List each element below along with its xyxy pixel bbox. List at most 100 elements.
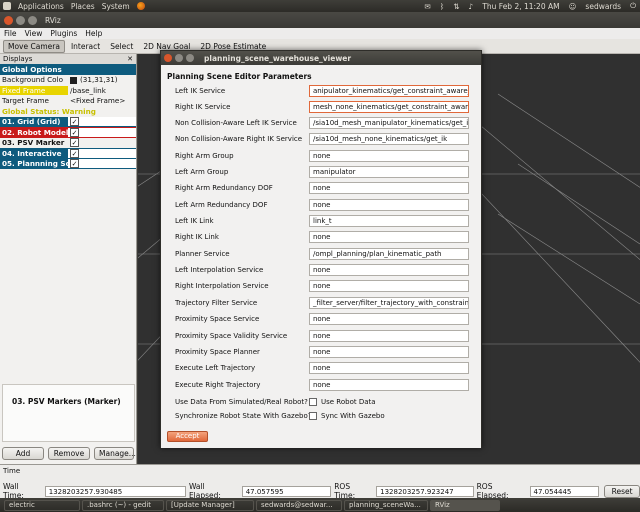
maximize-icon[interactable] (28, 15, 37, 25)
param-field[interactable]: _filter_server/filter_trajectory_with_co… (309, 296, 469, 309)
menu-applications[interactable]: Applications (18, 2, 64, 11)
tree-row-global-options[interactable]: Global Options (0, 64, 136, 75)
param-label: Left Arm Group (175, 167, 229, 176)
close-icon[interactable]: ✕ (127, 55, 133, 63)
remove-button[interactable]: Remove (48, 447, 90, 460)
tree-row-planning-scene[interactable]: 05. Plannning Sc ✓ (0, 158, 136, 169)
sync-gazebo-checkbox[interactable] (309, 412, 317, 420)
param-label: Proximity Space Validity Service (175, 331, 288, 340)
task-terminal[interactable]: sedwards@sedwar... (256, 499, 342, 511)
param-field[interactable]: anipulator_kinematics/get_constraint_awa… (309, 84, 469, 97)
param-field[interactable]: /sia10d_mesh_none_kinematics/get_ik (309, 132, 469, 145)
param-label: Non Collision-Aware Right IK Service (175, 134, 303, 143)
param-field[interactable]: none (309, 312, 469, 325)
ros-elapsed-field[interactable]: 47.054445 (529, 485, 600, 497)
volume-icon[interactable]: ♪ (469, 2, 474, 11)
selected-display-info: 03. PSV Markers (Marker) (2, 384, 135, 442)
menu-system[interactable]: System (102, 2, 130, 11)
tree-row-global-status[interactable]: Global Status: Warning (0, 106, 136, 117)
tree-row-interactive[interactable]: 04. Interactive ✓ (0, 148, 136, 159)
task-rviz[interactable]: RViz (430, 499, 500, 511)
task-update-manager[interactable]: [Update Manager] (166, 499, 254, 511)
param-label: Left Interpolation Service (175, 265, 264, 274)
param-row: Proximity Space Planner none (175, 345, 469, 358)
tree-row-grid[interactable]: 01. Grid (Grid) ✓ (0, 116, 136, 127)
taskbar: electric .bashrc (~) - gedit [Update Man… (0, 498, 640, 512)
task-electric[interactable]: electric (4, 499, 80, 511)
power-icon[interactable]: ⏻ (630, 1, 636, 11)
tool-interact[interactable]: Interact (67, 41, 104, 52)
task-gedit[interactable]: .bashrc (~) - gedit (82, 499, 164, 511)
time-panel: Time Wall Time: 1328203257.930485 Wall E… (0, 464, 640, 500)
param-field[interactable]: none (309, 329, 469, 342)
param-row: Trajectory Filter Service _filter_server/… (175, 296, 469, 309)
menu-places[interactable]: Places (71, 2, 95, 11)
use-robot-data-checkbox[interactable] (309, 398, 317, 406)
tree-row-background-color[interactable]: Background Colo (31,31,31) (0, 75, 136, 86)
param-field[interactable]: mesh_none_kinematics/get_constraint_awar… (309, 100, 469, 113)
menu-plugins[interactable]: Plugins (50, 29, 77, 38)
param-field[interactable]: none (309, 378, 469, 391)
param-field[interactable]: none (309, 263, 469, 276)
param-row: Left IK Link link_t (175, 214, 469, 227)
task-planning-scene[interactable]: planning_sceneWa... (344, 499, 428, 511)
param-field[interactable]: none (309, 230, 469, 243)
param-field[interactable]: none (309, 149, 469, 162)
param-field[interactable]: none (309, 198, 469, 211)
ros-time-field[interactable]: 1328203257.923247 (376, 485, 474, 497)
param-label: Non Collision-Aware Left IK Service (175, 118, 297, 127)
param-field[interactable]: none (309, 181, 469, 194)
manage-button[interactable]: Manage... (94, 447, 136, 460)
tree-row-robot-model[interactable]: 02. Robot Model ✓ (0, 127, 136, 138)
check-row-robot-data: Use Data From Simulated/Real Robot? Use … (175, 398, 376, 406)
param-field[interactable]: link_t (309, 214, 469, 227)
mail-icon[interactable]: ✉ (424, 2, 430, 11)
param-field[interactable]: /sia10d_mesh_manipulator_kinematics/get_… (309, 116, 469, 129)
param-field[interactable]: none (309, 345, 469, 358)
menubar: File View Plugins Help (0, 28, 640, 39)
tool-select[interactable]: Select (106, 41, 137, 52)
displays-buttons: Add Remove Manage... (2, 447, 136, 460)
reset-button[interactable]: Reset (604, 484, 640, 498)
dialog-body: Planning Scene Editor Parameters Left IK… (161, 65, 481, 448)
enable-checkbox[interactable]: ✓ (70, 127, 79, 137)
param-label: Right IK Link (175, 232, 219, 241)
username[interactable]: sedwards (585, 2, 621, 11)
param-row: Right IK Link none (175, 230, 469, 243)
tree-row-target-frame[interactable]: Target Frame <Fixed Frame> (0, 96, 136, 107)
close-icon[interactable] (4, 15, 13, 25)
wall-elapsed-field[interactable]: 47.057595 (241, 485, 332, 497)
param-label: Trajectory Filter Service (175, 298, 258, 307)
param-row: Execute Right Trajectory none (175, 378, 469, 391)
minimize-icon[interactable] (16, 15, 25, 25)
enable-checkbox[interactable]: ✓ (70, 138, 79, 148)
clock[interactable]: Thu Feb 2, 11:20 AM (482, 2, 559, 11)
menu-view[interactable]: View (25, 29, 43, 38)
tool-move-camera[interactable]: Move Camera (3, 39, 65, 53)
menu-help[interactable]: Help (85, 29, 102, 38)
param-label: Right Interpolation Service (175, 281, 269, 290)
firefox-icon[interactable] (136, 2, 145, 10)
network-icon[interactable]: ⇅ (453, 2, 459, 11)
minimize-icon[interactable] (175, 54, 183, 62)
menu-file[interactable]: File (4, 29, 17, 38)
param-field[interactable]: manipulator (309, 165, 469, 178)
bluetooth-icon[interactable]: ᛒ (440, 2, 445, 11)
tree-row-fixed-frame[interactable]: Fixed Frame /base_link (0, 85, 136, 96)
enable-checkbox[interactable]: ✓ (70, 159, 79, 169)
enable-checkbox[interactable]: ✓ (70, 148, 79, 158)
ubuntu-logo-icon[interactable] (3, 2, 11, 10)
param-field[interactable]: none (309, 279, 469, 292)
wall-time-field[interactable]: 1328203257.930485 (44, 485, 186, 497)
param-row: Right Arm Group none (175, 149, 469, 162)
tree-row-psv-markers[interactable]: 03. PSV Marker ✓ (0, 138, 136, 149)
close-icon[interactable] (164, 54, 172, 62)
param-field[interactable]: /ompl_planning/plan_kinematic_path (309, 247, 469, 260)
user-icon[interactable]: ☺ (569, 2, 577, 11)
enable-checkbox[interactable]: ✓ (70, 117, 79, 127)
maximize-icon[interactable] (186, 54, 194, 62)
param-label: Execute Left Trajectory (175, 363, 256, 372)
param-field[interactable]: none (309, 361, 469, 374)
add-button[interactable]: Add (2, 447, 44, 460)
accept-button[interactable]: Accept (167, 431, 208, 442)
